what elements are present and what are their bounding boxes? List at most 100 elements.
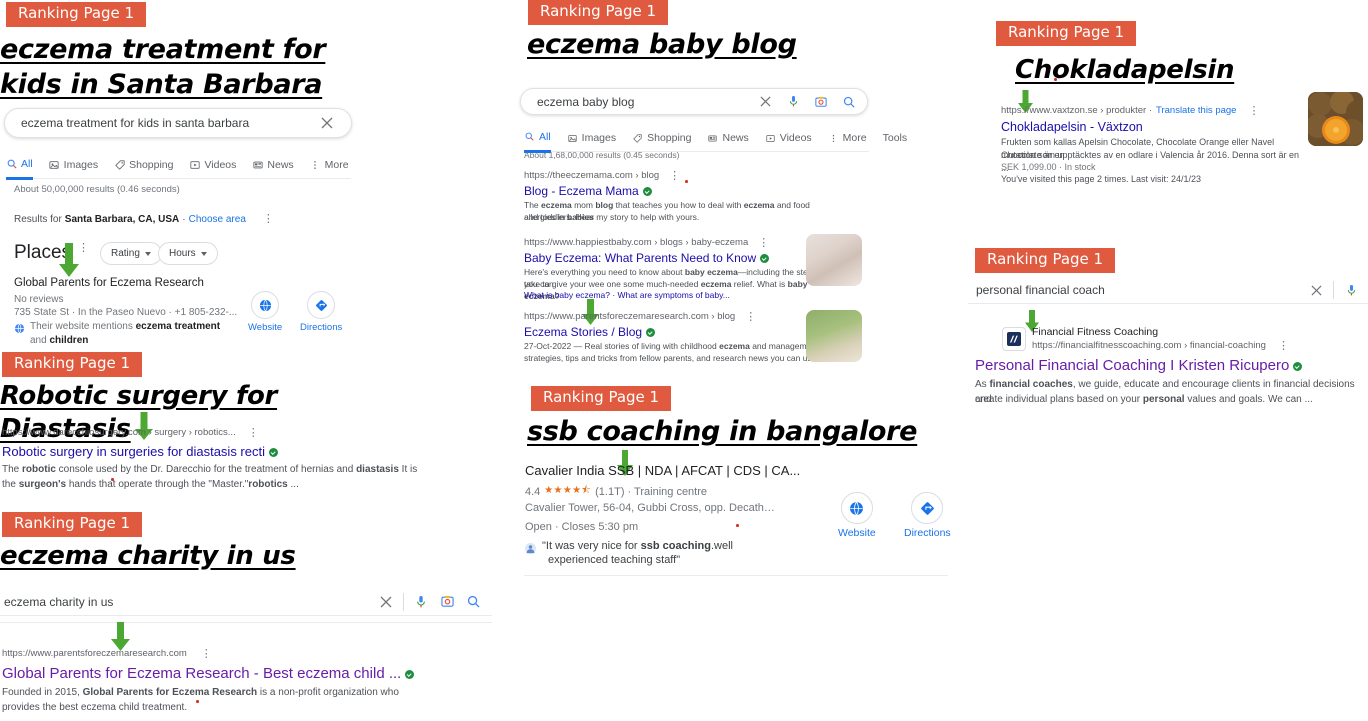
result-stats-eczema-santa-barbara: About 50,00,000 results (0.46 seconds) bbox=[14, 184, 180, 195]
result-thumbnail-3[interactable] bbox=[806, 310, 862, 362]
result-sitelinks-2[interactable]: What is baby eczema? · What are symptoms… bbox=[524, 290, 824, 300]
business-review-ssb-line2: experienced teaching staff" bbox=[548, 554, 681, 566]
filter-chip-label: Hours bbox=[169, 248, 196, 259]
result-title-chokladapelsin[interactable]: Chokladapelsin - Växtzon bbox=[1001, 120, 1143, 136]
result-title-2[interactable]: Baby Eczema: What Parents Need to Know bbox=[524, 251, 770, 266]
microphone-icon[interactable] bbox=[779, 90, 807, 114]
tab-news[interactable]: News bbox=[252, 152, 294, 178]
url-text: https://www.darecchiosurgery.com › surge… bbox=[2, 427, 236, 438]
result-url-3[interactable]: https://www.parentsforeczemaresearch.com… bbox=[524, 311, 756, 322]
search-input-value[interactable]: eczema charity in us bbox=[0, 595, 373, 609]
title-text: Global Parents for Eczema Research - Bes… bbox=[2, 665, 402, 682]
result-snippet-eczema-charity: Founded in 2015, Global Parents for Ecze… bbox=[2, 686, 432, 701]
camera-lens-icon[interactable] bbox=[434, 590, 460, 614]
review-part: .well bbox=[710, 540, 733, 552]
tab-label: Images bbox=[581, 132, 617, 144]
snippet-bold: surgeon's bbox=[18, 479, 67, 490]
more-vertical-icon[interactable]: ⋮ bbox=[201, 648, 212, 659]
more-vertical-icon[interactable]: ⋮ bbox=[745, 311, 756, 322]
tab-all[interactable]: All bbox=[6, 151, 33, 180]
snippet-part: the bbox=[2, 479, 19, 490]
more-vertical-icon[interactable]: ⋮ bbox=[758, 237, 769, 248]
result-url-1[interactable]: https://theeczemama.com › blog ⋮ bbox=[524, 170, 680, 181]
tabs-eczema-baby-blog[interactable]: All Images Shopping News Videos More Too… bbox=[524, 124, 907, 153]
more-vertical-icon[interactable]: ⋮ bbox=[1278, 340, 1289, 351]
search-box-eczema-santa-barbara[interactable]: eczema treatment for kids in santa barba… bbox=[4, 108, 352, 138]
search-icon[interactable] bbox=[460, 590, 486, 614]
more-vertical-icon[interactable]: ⋮ bbox=[263, 214, 274, 225]
snippet-part: The bbox=[2, 464, 23, 475]
results-for-prefix: Results for bbox=[14, 214, 62, 225]
choose-area-link[interactable]: Choose area bbox=[189, 214, 246, 225]
result-url-eczema-charity[interactable]: https://www.parentsforeczemaresearch.com… bbox=[2, 648, 212, 659]
action-directions-ssb[interactable]: Directions bbox=[904, 492, 951, 539]
result-title-eczema-charity[interactable]: Global Parents for Eczema Research - Bes… bbox=[2, 665, 415, 684]
tools-button[interactable]: Tools bbox=[883, 132, 912, 144]
result-url-robotic-surgery[interactable]: https://www.darecchiosurgery.com › surge… bbox=[2, 427, 259, 438]
microphone-icon[interactable] bbox=[1338, 278, 1364, 302]
keyword-heading-chokladapelsin: Chokladapelsin bbox=[1015, 55, 1235, 85]
badge-ranking-page-1-ssb-coaching: Ranking Page 1 bbox=[531, 386, 672, 411]
more-vertical-icon[interactable]: ⋮ bbox=[1248, 105, 1259, 116]
close-icon[interactable] bbox=[373, 590, 399, 614]
result-thumbnail-2[interactable] bbox=[806, 234, 862, 286]
business-address-ssb: Cavalier Tower, 56-04, Gubbi Cross, opp.… bbox=[525, 502, 775, 514]
search-box-eczema-baby-blog[interactable]: eczema baby blog bbox=[520, 88, 868, 115]
keyword-heading-ssb-coaching: ssb coaching in bangalore bbox=[527, 416, 918, 447]
tab-news[interactable]: News bbox=[707, 125, 749, 151]
tab-more[interactable]: More bbox=[310, 152, 349, 178]
close-icon[interactable] bbox=[751, 90, 779, 114]
more-vertical-icon[interactable]: ⋮ bbox=[669, 170, 680, 181]
snippet-bold: diastasis bbox=[356, 464, 399, 475]
filter-chip-rating[interactable]: Rating bbox=[100, 242, 162, 265]
keyword-heading-eczema-santa-barbara: eczema treatment for kids in Santa Barba… bbox=[0, 34, 326, 100]
badge-label: Ranking Page 1 bbox=[528, 0, 669, 25]
result-url-financial[interactable]: https://financialfitnesscoaching.com › f… bbox=[1032, 340, 1289, 351]
camera-lens-icon[interactable] bbox=[807, 90, 835, 114]
result-title-robotic-surgery[interactable]: Robotic surgery in surgeries for diastas… bbox=[2, 444, 278, 460]
search-icon[interactable] bbox=[835, 90, 863, 114]
globe-icon bbox=[14, 321, 25, 348]
tab-images[interactable]: Images bbox=[567, 125, 616, 151]
result-thumbnail-chokladapelsin[interactable] bbox=[1308, 92, 1363, 146]
search-box-personal-financial-coach[interactable]: personal financial coach bbox=[968, 277, 1368, 304]
microphone-icon[interactable] bbox=[408, 590, 434, 614]
search-input-value[interactable]: personal financial coach bbox=[968, 283, 1303, 297]
result-title-financial[interactable]: Personal Financial Coaching I Kristen Ri… bbox=[975, 357, 1303, 376]
action-directions-eczema-sb[interactable]: Directions bbox=[300, 291, 342, 333]
search-input-value[interactable]: eczema baby blog bbox=[521, 95, 751, 109]
action-label: Directions bbox=[300, 322, 343, 333]
tab-images[interactable]: Images bbox=[49, 152, 98, 178]
search-box-eczema-charity[interactable]: eczema charity in us bbox=[0, 588, 492, 616]
business-name-ssb[interactable]: Cavalier India SSB | NDA | AFCAT | CDS |… bbox=[525, 463, 800, 478]
tab-all[interactable]: All bbox=[524, 124, 551, 153]
close-icon[interactable] bbox=[1303, 278, 1329, 302]
result-title-3[interactable]: Eczema Stories / Blog bbox=[524, 325, 656, 340]
close-icon[interactable] bbox=[313, 111, 341, 135]
mention-bold-2: children bbox=[49, 335, 89, 346]
tabs-eczema-santa-barbara[interactable]: All Images Shopping Videos News More bbox=[6, 151, 351, 180]
search-input-value[interactable]: eczema treatment for kids in santa barba… bbox=[5, 116, 313, 130]
result-title-1[interactable]: Blog - Eczema Mama bbox=[524, 184, 652, 199]
filter-chip-hours[interactable]: Hours bbox=[158, 242, 218, 265]
action-label: Directions bbox=[904, 527, 951, 539]
result-url-2[interactable]: https://www.happiestbaby.com › blogs › b… bbox=[524, 237, 769, 248]
tab-videos[interactable]: Videos bbox=[189, 152, 236, 178]
business-rating-ssb: 4.4 ★★★★⯪ (1.1T) · Training centre bbox=[525, 483, 707, 500]
tab-more[interactable]: More bbox=[828, 125, 867, 151]
business-name[interactable]: Global Parents for Eczema Research bbox=[14, 277, 204, 289]
result-url-chokladapelsin[interactable]: https://www.vaxtzon.se › produkter · Tra… bbox=[1001, 105, 1259, 116]
action-website-eczema-sb[interactable]: Website bbox=[248, 291, 282, 333]
more-vertical-icon[interactable]: ⋮ bbox=[248, 427, 259, 438]
tab-videos[interactable]: Videos bbox=[765, 125, 812, 151]
url-text: https://www.happiestbaby.com › blogs › b… bbox=[524, 237, 749, 248]
result-snippet-robotic-surgery: The robotic console used by the Dr. Dare… bbox=[2, 463, 422, 478]
translate-link[interactable]: Translate this page bbox=[1156, 105, 1236, 116]
action-website-ssb[interactable]: Website bbox=[838, 492, 876, 539]
tab-shopping[interactable]: Shopping bbox=[114, 152, 173, 178]
red-dot-marker bbox=[196, 700, 199, 703]
snippet-bold: financial coaches bbox=[989, 379, 1073, 390]
badge-label: Ranking Page 1 bbox=[975, 248, 1116, 273]
snippet-bold: robotic bbox=[22, 464, 56, 475]
tab-shopping[interactable]: Shopping bbox=[632, 125, 691, 151]
